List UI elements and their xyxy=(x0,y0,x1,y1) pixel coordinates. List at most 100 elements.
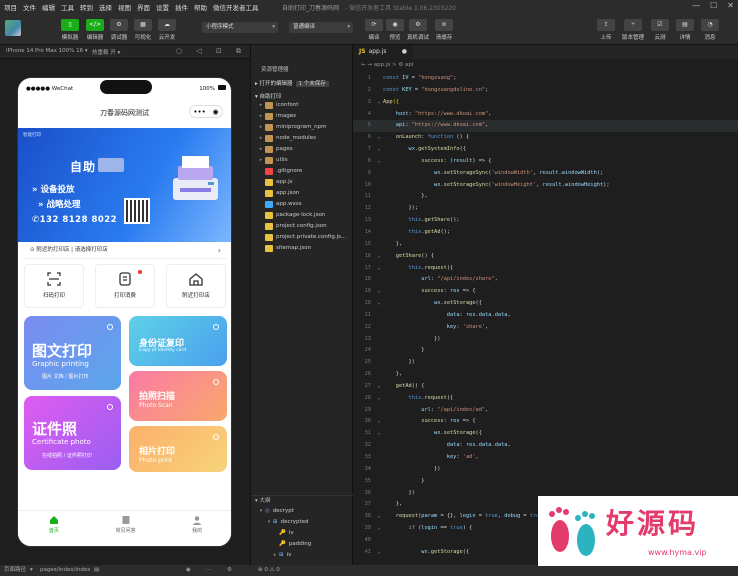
banner-title: 自助 xyxy=(70,160,97,174)
cloud-button[interactable]: ☁ 云开发 xyxy=(153,19,181,41)
folder-icon xyxy=(265,102,273,109)
outline-item[interactable]: ▾ ◎ decrypt xyxy=(251,506,354,517)
tab-home[interactable]: 首页 xyxy=(18,511,90,546)
blur-mask xyxy=(98,158,124,172)
banner-phone: ✆132 8128 8022 xyxy=(32,215,118,225)
menu-wechat-devtools[interactable]: 微信开发者工具 xyxy=(213,2,259,12)
tab-bar: 首页 常见问答 我的 xyxy=(18,510,231,546)
key-icon: 🔑 xyxy=(279,530,286,536)
store-selector[interactable]: ⊙ 附近的打印店 | 请选择打印店 › xyxy=(24,242,227,259)
tab-mine[interactable]: 我的 xyxy=(161,511,231,546)
banner-carousel[interactable]: 智能打印 自助 » 设备投放 » 战略处理 ✆132 8128 8022 xyxy=(18,128,231,242)
device-select[interactable]: iPhone 14 Pro Max 100% 16 ▾ xyxy=(6,48,88,54)
certificate-photo-card[interactable]: 证件照 Certificate photo 在线拍照 / 证件照打印 xyxy=(24,396,121,470)
tree-file[interactable]: app.js xyxy=(251,177,354,188)
tree-file[interactable]: app.wxss xyxy=(251,199,354,210)
menu-select[interactable]: 选择 xyxy=(99,2,112,12)
graphic-print-card[interactable]: 图文打印 Graphic printing 图片 文档 / 图片打印 xyxy=(24,316,121,390)
notification-dot xyxy=(138,270,142,274)
tree-file[interactable]: project.config.json xyxy=(251,221,354,232)
avatar[interactable] xyxy=(5,20,21,36)
menu-project[interactable]: 项目 xyxy=(4,2,17,12)
variable-icon: ⊞ xyxy=(279,552,284,558)
photo-scan-card[interactable]: 拍照扫描 Photo Scan xyxy=(129,371,227,421)
folder-icon xyxy=(265,157,273,164)
outline-item[interactable]: 🔑 padding xyxy=(251,539,354,550)
clear-cache-button[interactable]: ≋ 清缓存 xyxy=(430,19,458,41)
capture-icon[interactable]: ⊡ xyxy=(216,47,222,55)
back-icon[interactable]: ← xyxy=(361,62,366,68)
menu-help[interactable]: 帮助 xyxy=(194,2,207,12)
tree-folder[interactable]: ▸ utils xyxy=(251,155,354,166)
photo-print-card[interactable]: 相片打印 Photo print xyxy=(129,426,227,472)
breadcrumb: ← → app.js > ⚙ api xyxy=(361,62,414,68)
record-icon[interactable]: ○ xyxy=(176,47,182,55)
split-icon[interactable]: ⧉ xyxy=(236,47,241,56)
minimize-icon[interactable]: — xyxy=(692,1,700,10)
tree-file[interactable]: package-lock.json xyxy=(251,210,354,221)
problems-count[interactable]: ⊗ 0 ⚠ 0 xyxy=(258,565,280,576)
scan-print-button[interactable]: 扫码打印 xyxy=(24,264,84,308)
debug-icon: ⚙ xyxy=(110,19,128,31)
volume-icon[interactable]: ◁ xyxy=(196,47,201,55)
tab-faq[interactable]: 常见问答 xyxy=(90,511,162,546)
page-path[interactable]: pages/index/index xyxy=(40,565,90,576)
menu-goto[interactable]: 转到 xyxy=(80,2,93,12)
menu-view[interactable]: 视图 xyxy=(118,2,131,12)
menu-interface[interactable]: 界面 xyxy=(137,2,150,12)
printer-illustration xyxy=(173,156,218,200)
simulator-button[interactable]: ▯ 模拟器 xyxy=(56,19,84,41)
details-button[interactable]: ▤ 详情 xyxy=(671,19,699,41)
tree-folder[interactable]: ▸ images xyxy=(251,111,354,122)
menu-tools[interactable]: 工具 xyxy=(61,2,74,12)
forward-icon[interactable]: → xyxy=(367,62,372,68)
id-copy-card[interactable]: 身份证复印 Copy of identity card xyxy=(129,316,227,366)
file-icon[interactable]: ▤ xyxy=(94,565,99,576)
tree-file[interactable]: app.json xyxy=(251,188,354,199)
tree-file[interactable]: project.private.config.js... xyxy=(251,232,354,243)
upload-button[interactable]: ⇪ 上传 xyxy=(592,19,620,41)
menu-edit[interactable]: 编辑 xyxy=(42,2,55,12)
close-icon[interactable]: ✕ xyxy=(727,1,734,10)
outline-item[interactable]: ▸ ⊞ iv xyxy=(251,550,354,561)
cloud-test-button[interactable]: ☑ 云测 xyxy=(646,19,674,41)
chevron-down-icon[interactable]: ▾ xyxy=(30,565,33,576)
menu-capsule[interactable]: ••• ◉ xyxy=(189,105,223,118)
outline-header[interactable]: ▾ 大纲 xyxy=(251,495,354,506)
version-button[interactable]: ⑂ 版本管理 xyxy=(619,19,647,41)
git-file-icon xyxy=(265,168,273,175)
tree-folder[interactable]: ▸ pages xyxy=(251,144,354,155)
menu-plugins[interactable]: 插件 xyxy=(175,2,188,12)
tab-app-js[interactable]: JS app.js ● xyxy=(353,45,413,59)
menu-file[interactable]: 文件 xyxy=(23,2,36,12)
folder-icon xyxy=(265,146,273,153)
project-root[interactable]: ▾ 自助打印 xyxy=(255,92,282,100)
eye-icon[interactable]: ◉ xyxy=(186,565,191,576)
outline-item[interactable]: 🔑 iv xyxy=(251,528,354,539)
code-area[interactable]: 1 const IV = "hongzuang"; 2 const KEY = "h… xyxy=(353,73,738,559)
compile-select[interactable]: 普通编译 xyxy=(289,22,353,33)
device-icon: ⚙ xyxy=(409,19,427,31)
open-editors[interactable]: ▸ 打开的编辑器 1 个未保存 xyxy=(255,79,329,87)
real-device-debug-button[interactable]: ⚙ 真机调试 xyxy=(404,19,432,41)
nearby-store-button[interactable]: 附近打印店 xyxy=(166,264,226,308)
maximize-icon[interactable]: ☐ xyxy=(710,1,717,10)
hotreload-select[interactable]: 热重载 开 ▾ xyxy=(92,48,120,56)
tree-file[interactable]: .gitignore xyxy=(251,166,354,177)
print-orders-button[interactable]: 打印消费 xyxy=(95,264,155,308)
watermark-text: 好源码 xyxy=(606,507,700,540)
messages-button[interactable]: ◔ 消息 xyxy=(696,19,724,41)
tree-folder[interactable]: ▸ iconfont xyxy=(251,100,354,111)
more-icon[interactable]: ⋯ xyxy=(206,565,212,576)
close-mini-icon[interactable]: ◉ xyxy=(213,108,219,116)
outline-item[interactable]: ▾ ⊞ decrypted xyxy=(251,517,354,528)
tree-folder[interactable]: ▸ miniprogram_npm xyxy=(251,122,354,133)
menu-bar: 项目 文件 编辑 工具 转到 选择 视图 界面 设置 插件 帮助 微信开发者工具… xyxy=(0,0,738,14)
mode-select[interactable]: 小程序模式 xyxy=(202,22,278,33)
menu-settings[interactable]: 设置 xyxy=(156,2,169,12)
tree-file[interactable]: sitemap.json xyxy=(251,243,354,254)
tree-folder[interactable]: ▸ node_modules xyxy=(251,133,354,144)
more-icon[interactable]: ••• xyxy=(193,108,205,116)
json-file-icon xyxy=(265,212,273,219)
settings-icon[interactable]: ⚙ xyxy=(227,565,232,576)
